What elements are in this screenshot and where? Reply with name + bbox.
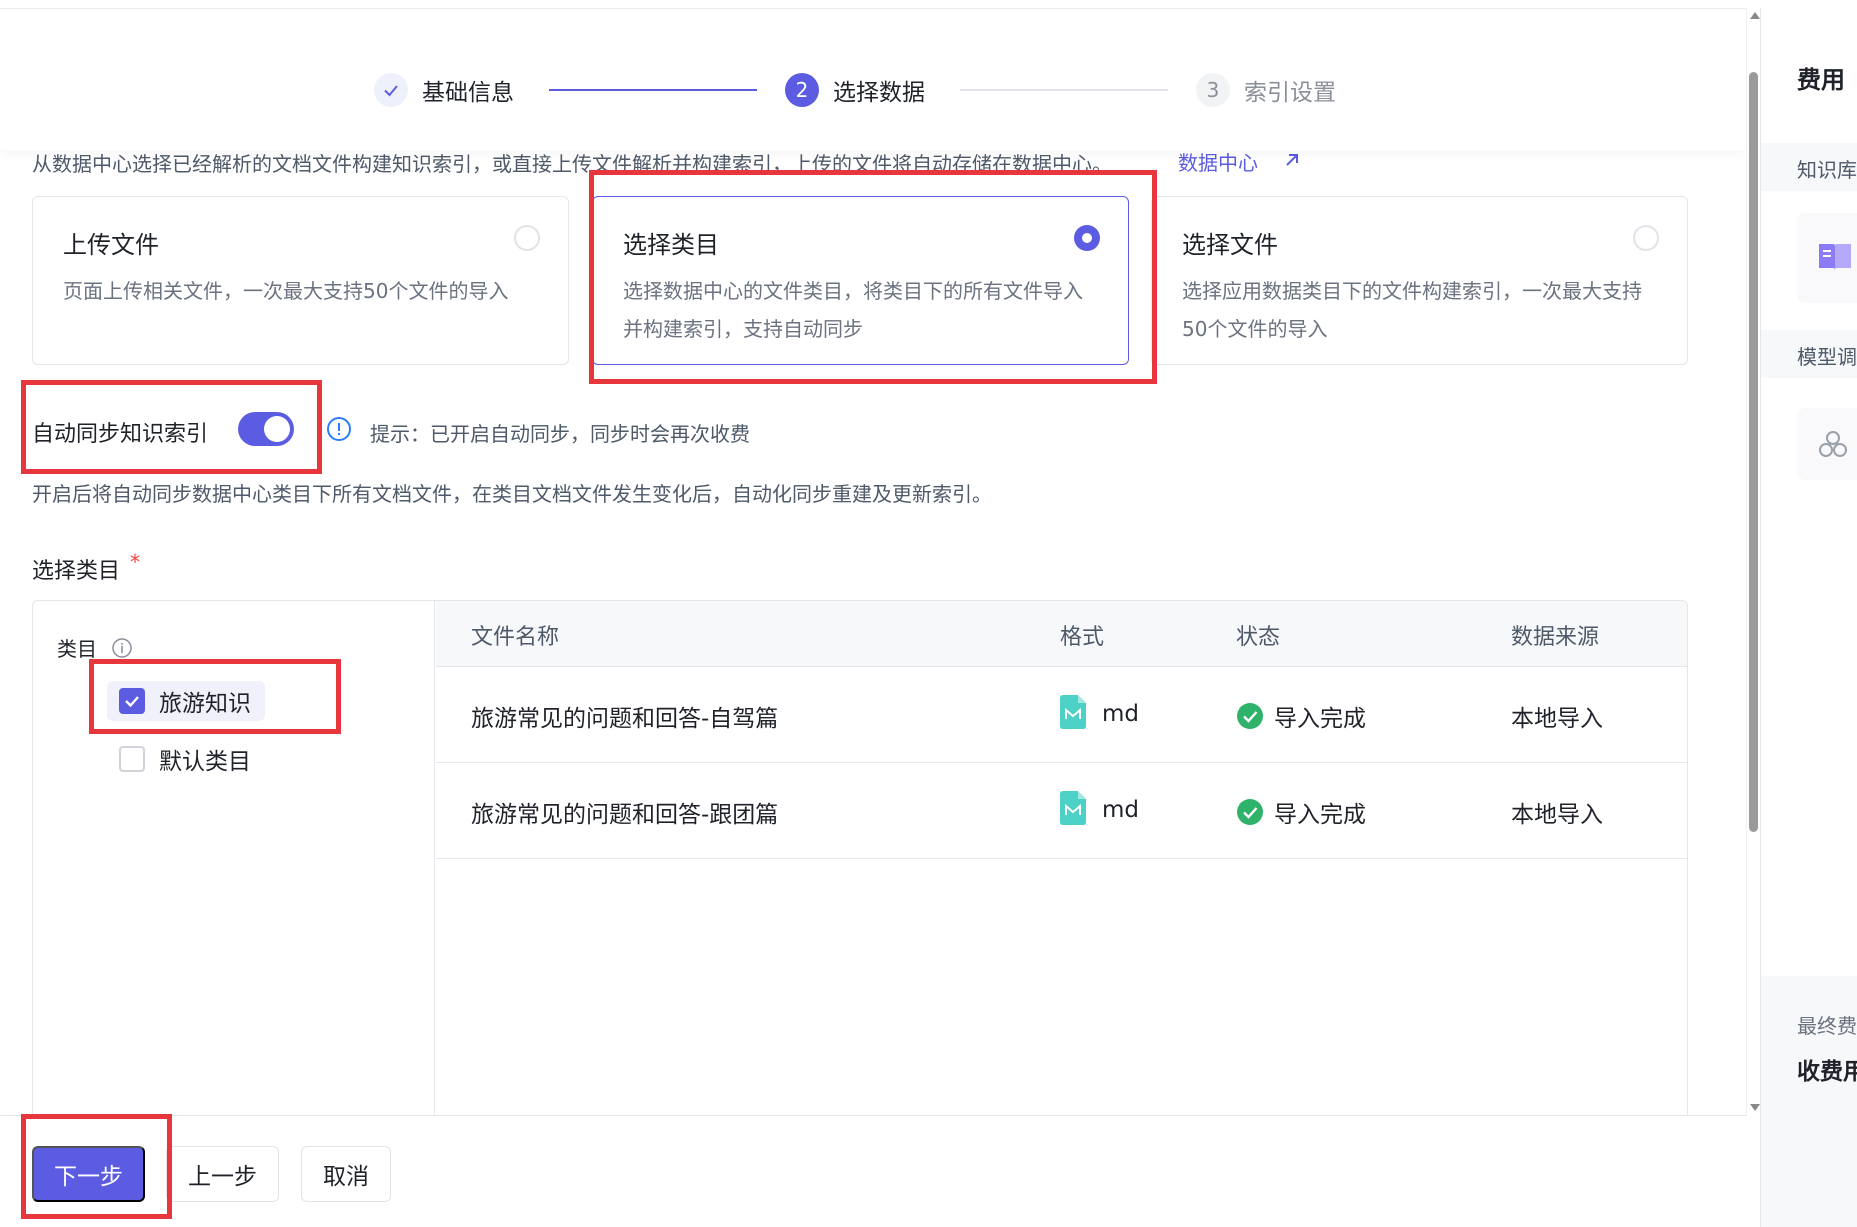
- step-connector: [549, 89, 757, 91]
- step-label: 基础信息: [422, 80, 514, 106]
- side-panel-title: 费用: [1797, 66, 1845, 94]
- format-label: md: [1102, 797, 1140, 823]
- category-label: 旅游知识: [159, 691, 251, 717]
- step-select-data[interactable]: 2 选择数据: [785, 73, 925, 107]
- column-header-source: 数据来源: [1511, 625, 1600, 650]
- markdown-file-icon: [1060, 791, 1086, 825]
- category-header: 类目: [57, 633, 133, 662]
- file-name: 旅游常见的问题和回答-自驾篇: [471, 706, 779, 732]
- option-desc: 选择应用数据类目下的文件构建索引，一次最大支持50个文件的导入: [1182, 279, 1642, 341]
- previous-step-button[interactable]: 上一步: [166, 1146, 279, 1202]
- external-link-icon[interactable]: [1282, 150, 1302, 170]
- select-category-label: 选择类目: [32, 559, 121, 584]
- category-column: 类目 旅游知识 默认类目: [33, 601, 435, 1159]
- fee-side-panel: 费用 知识库 模型调 最终费 收费用: [1760, 8, 1857, 1227]
- vertical-scrollbar[interactable]: [1746, 8, 1760, 1115]
- file-source: 本地导入: [1511, 802, 1603, 828]
- step-connector: [960, 89, 1168, 91]
- intro-text: 从数据中心选择已经解析的文档文件构建知识索引，或直接上传文件解析并构建索引，上传…: [32, 152, 1112, 176]
- file-name: 旅游常见的问题和回答-跟团篇: [471, 802, 779, 828]
- next-step-button[interactable]: 下一步: [32, 1146, 145, 1202]
- markdown-file-icon: [1060, 695, 1086, 729]
- step-label: 选择数据: [833, 80, 925, 106]
- file-format: md: [1060, 695, 1140, 729]
- checkbox-icon[interactable]: [119, 746, 145, 772]
- category-label: 默认类目: [159, 749, 251, 775]
- file-status: 导入完成: [1236, 699, 1366, 733]
- option-desc: 页面上传相关文件，一次最大支持50个文件的导入: [63, 279, 509, 303]
- radio-button[interactable]: [1074, 225, 1100, 251]
- file-table: 文件名称 格式 状态 数据来源 旅游常见的问题和回答-自驾篇 md 导入完成 本…: [436, 601, 1687, 859]
- checkbox-checked-icon[interactable]: [119, 688, 145, 714]
- model-icon: [1819, 431, 1847, 457]
- radio-button[interactable]: [1633, 225, 1659, 251]
- table-row[interactable]: 旅游常见的问题和回答-跟团篇 md 导入完成 本地导入: [436, 763, 1687, 859]
- status-label: 导入完成: [1274, 706, 1366, 732]
- step-number: 3: [1196, 73, 1230, 107]
- option-title: 选择类目: [623, 231, 719, 259]
- side-section-model: 模型调: [1797, 345, 1857, 369]
- check-circle-icon: [1237, 799, 1263, 825]
- step-index-settings[interactable]: 3 索引设置: [1196, 73, 1336, 107]
- auto-sync-toggle[interactable]: [238, 412, 294, 446]
- step-basic-info[interactable]: 基础信息: [374, 73, 514, 107]
- column-header-status: 状态: [1236, 625, 1281, 650]
- info-icon: [327, 417, 351, 441]
- table-row[interactable]: 旅游常见的问题和回答-自驾篇 md 导入完成 本地导入: [436, 667, 1687, 763]
- category-item-default[interactable]: 默认类目: [107, 739, 265, 779]
- file-status: 导入完成: [1236, 795, 1366, 829]
- file-source: 本地导入: [1511, 706, 1603, 732]
- check-icon: [374, 73, 408, 107]
- final-fee-label: 最终费: [1797, 1014, 1857, 1038]
- scrollbar-thumb[interactable]: [1749, 72, 1758, 832]
- step-number: 2: [785, 73, 819, 107]
- option-title: 选择文件: [1182, 231, 1278, 259]
- main-content: 基础信息 2 选择数据 3 索引设置 从数据中心选择已经解析的文档文件构建知识索…: [0, 0, 1747, 1227]
- radio-button[interactable]: [514, 225, 540, 251]
- side-section-knowledge: 知识库: [1797, 158, 1857, 182]
- option-upload-file[interactable]: 上传文件 页面上传相关文件，一次最大支持50个文件的导入: [32, 196, 569, 365]
- option-desc: 选择数据中心的文件类目，将类目下的所有文件导入并构建索引，支持自动同步: [623, 279, 1083, 341]
- sync-tip: 提示：已开启自动同步，同步时会再次收费: [370, 422, 750, 446]
- info-circle-icon[interactable]: [111, 637, 133, 659]
- scroll-down-arrow-icon[interactable]: [1750, 1104, 1760, 1111]
- category-file-panel: 类目 旅游知识 默认类目 文件名称 格式 状态 数据来源 旅游常见的问题和回答-…: [32, 600, 1688, 1160]
- category-header-label: 类目: [57, 637, 97, 661]
- book-icon: [1819, 244, 1851, 270]
- option-select-category[interactable]: 选择类目 选择数据中心的文件类目，将类目下的所有文件导入并构建索引，支持自动同步: [592, 196, 1129, 365]
- column-header-format: 格式: [1060, 625, 1105, 650]
- category-item-travel[interactable]: 旅游知识: [107, 681, 265, 721]
- steps-bar: 基础信息 2 选择数据 3 索引设置: [0, 8, 1747, 150]
- file-format: md: [1060, 791, 1140, 825]
- table-header: 文件名称 格式 状态 数据来源: [436, 601, 1687, 667]
- format-label: md: [1102, 701, 1140, 727]
- fee-label: 收费用: [1797, 1059, 1857, 1085]
- column-header-name: 文件名称: [471, 625, 560, 650]
- data-center-link[interactable]: 数据中心: [1178, 147, 1258, 176]
- option-title: 上传文件: [63, 231, 159, 259]
- required-mark: *: [130, 550, 140, 574]
- step-label: 索引设置: [1244, 80, 1336, 106]
- option-select-file[interactable]: 选择文件 选择应用数据类目下的文件构建索引，一次最大支持50个文件的导入: [1151, 196, 1688, 365]
- scroll-up-arrow-icon[interactable]: [1750, 12, 1760, 19]
- status-label: 导入完成: [1274, 802, 1366, 828]
- auto-sync-label: 自动同步知识索引: [32, 422, 209, 447]
- sync-description: 开启后将自动同步数据中心类目下所有文档文件，在类目文档文件发生变化后，自动化同步…: [32, 482, 992, 506]
- cancel-button[interactable]: 取消: [301, 1146, 391, 1202]
- check-circle-icon: [1237, 703, 1263, 729]
